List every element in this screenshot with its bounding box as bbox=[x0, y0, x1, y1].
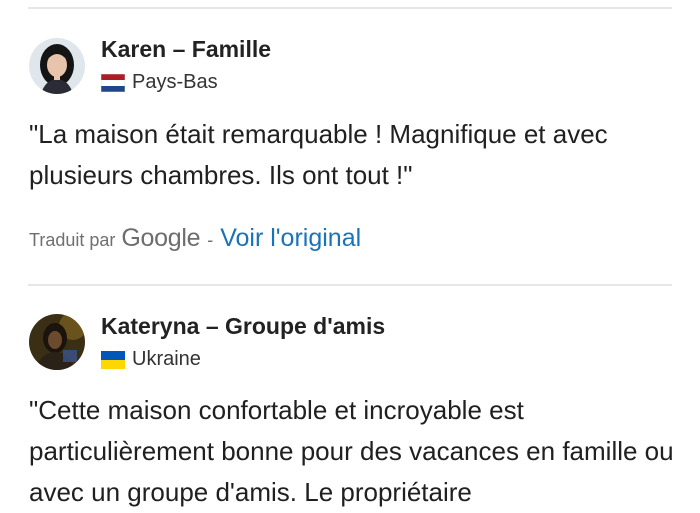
separator: - bbox=[207, 230, 214, 250]
google-logo: Google bbox=[121, 224, 201, 252]
avatar[interactable] bbox=[29, 38, 85, 94]
reviewer-country: Pays-Bas bbox=[101, 71, 218, 94]
review-text: "Cette maison confortable et incroyable … bbox=[29, 395, 674, 507]
divider-top bbox=[28, 7, 672, 9]
translation-row: Traduit par Google - Voir l'original bbox=[29, 224, 361, 253]
reviewer-name: Kateryna – Groupe d'amis bbox=[101, 313, 386, 339]
review-text: "La maison était remarquable ! Magnifiqu… bbox=[29, 119, 608, 190]
country-label: Pays-Bas bbox=[132, 71, 218, 93]
ukraine-flag-icon bbox=[101, 350, 125, 369]
reviewer-country: Ukraine bbox=[101, 348, 201, 371]
divider-middle bbox=[28, 284, 672, 286]
country-label: Ukraine bbox=[132, 348, 201, 370]
translated-by-label: Traduit par bbox=[29, 230, 116, 250]
reviewer-name: Karen – Famille bbox=[101, 36, 272, 62]
netherlands-flag-icon bbox=[101, 73, 125, 92]
view-original-link[interactable]: Voir l'original bbox=[220, 224, 361, 253]
avatar[interactable] bbox=[29, 314, 85, 370]
